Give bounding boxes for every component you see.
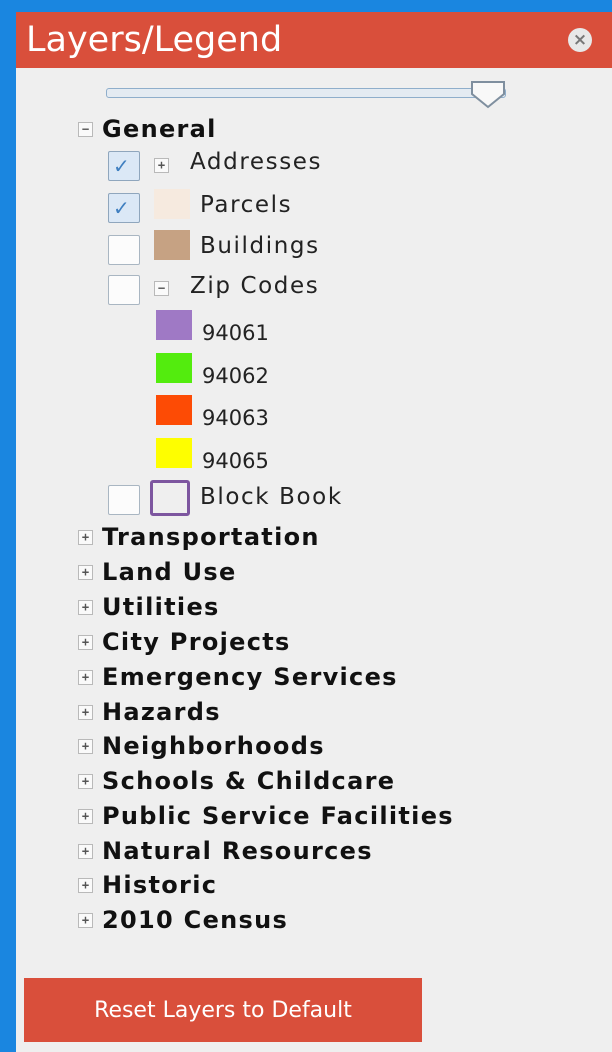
reset-layers-button[interactable]: Reset Layers to Default <box>24 978 422 1042</box>
layer-buildings-label: Buildings <box>200 233 320 259</box>
group-natural-resources-label[interactable]: Natural Resources <box>102 837 373 865</box>
zip-94061-swatch <box>156 310 192 340</box>
natural-resources-expand-toggle[interactable]: + <box>78 844 93 859</box>
group-hazards-label[interactable]: Hazards <box>102 698 221 726</box>
parcels-checkbox[interactable]: ✓ <box>108 193 140 223</box>
group-emergency-services-label[interactable]: Emergency Services <box>102 663 398 691</box>
addresses-expand-toggle[interactable]: + <box>154 158 169 173</box>
hazards-expand-toggle[interactable]: + <box>78 705 93 720</box>
group-land-use-label[interactable]: Land Use <box>102 558 237 586</box>
emergency-services-expand-toggle[interactable]: + <box>78 670 93 685</box>
zip-94063-swatch <box>156 395 192 425</box>
zip-codes-checkbox[interactable] <box>108 275 140 305</box>
zip-94062-label: 94062 <box>202 364 269 388</box>
transportation-expand-toggle[interactable]: + <box>78 530 93 545</box>
group-public-service-facilities-label[interactable]: Public Service Facilities <box>102 802 454 830</box>
buildings-swatch <box>154 230 190 260</box>
public-service-facilities-expand-toggle[interactable]: + <box>78 809 93 824</box>
group-general-label: General <box>102 115 217 143</box>
census-2010-expand-toggle[interactable]: + <box>78 913 93 928</box>
panel-title: Layers/Legend <box>26 20 283 60</box>
zip-94065-swatch <box>156 438 192 468</box>
land-use-expand-toggle[interactable]: + <box>78 565 93 580</box>
layers-legend-panel: Layers/Legend × − General ✓ + Addresses … <box>16 12 612 1052</box>
utilities-expand-toggle[interactable]: + <box>78 600 93 615</box>
layer-addresses-label: Addresses <box>190 149 323 175</box>
group-city-projects-label[interactable]: City Projects <box>102 628 291 656</box>
close-icon[interactable]: × <box>568 28 592 52</box>
schools-childcare-expand-toggle[interactable]: + <box>78 774 93 789</box>
layer-zip-codes-label: Zip Codes <box>190 273 320 299</box>
zip-codes-collapse-toggle[interactable]: − <box>154 281 169 296</box>
block-book-swatch <box>150 480 190 516</box>
group-census-2010-label[interactable]: 2010 Census <box>102 906 288 934</box>
general-collapse-toggle[interactable]: − <box>78 122 93 137</box>
zip-94065-label: 94065 <box>202 449 269 473</box>
addresses-checkbox[interactable]: ✓ <box>108 151 140 181</box>
panel-header: Layers/Legend × <box>16 12 612 68</box>
slider-handle[interactable] <box>470 80 506 110</box>
group-transportation-label[interactable]: Transportation <box>102 523 320 551</box>
historic-expand-toggle[interactable]: + <box>78 878 93 893</box>
city-projects-expand-toggle[interactable]: + <box>78 635 93 650</box>
zip-94061-label: 94061 <box>202 321 269 345</box>
opacity-slider[interactable] <box>106 88 506 98</box>
group-schools-childcare-label[interactable]: Schools & Childcare <box>102 767 395 795</box>
group-neighborhoods-label[interactable]: Neighborhoods <box>102 732 325 760</box>
parcels-swatch <box>154 189 190 219</box>
zip-94063-label: 94063 <box>202 406 269 430</box>
layer-block-book-label: Block Book <box>200 484 343 510</box>
zip-94062-swatch <box>156 353 192 383</box>
block-book-checkbox[interactable] <box>108 485 140 515</box>
neighborhoods-expand-toggle[interactable]: + <box>78 739 93 754</box>
buildings-checkbox[interactable] <box>108 235 140 265</box>
group-historic-label[interactable]: Historic <box>102 871 217 899</box>
layer-parcels-label: Parcels <box>200 192 293 218</box>
group-utilities-label[interactable]: Utilities <box>102 593 220 621</box>
